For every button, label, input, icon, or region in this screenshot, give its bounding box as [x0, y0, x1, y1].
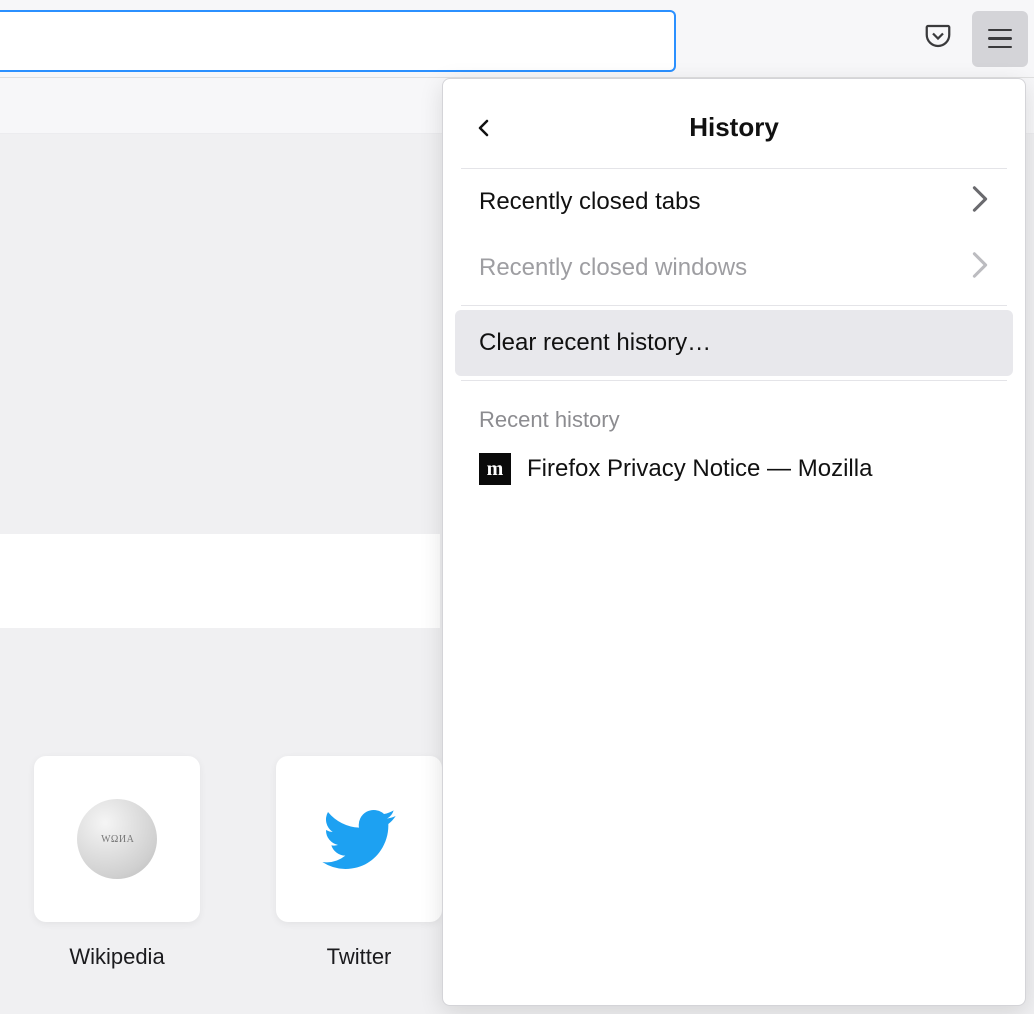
- pocket-icon: [923, 21, 953, 56]
- chevron-right-icon: [971, 185, 989, 220]
- menu-item-label: Clear recent history…: [479, 329, 711, 357]
- top-site-twitter[interactable]: Twitter: [276, 756, 442, 970]
- twitter-icon: [319, 799, 399, 879]
- top-site-tile: [276, 756, 442, 922]
- chevron-right-icon: [971, 251, 989, 286]
- browser-toolbar: [0, 0, 1034, 78]
- top-site-wikipedia[interactable]: W Ω И A Wikipedia: [34, 756, 200, 970]
- recently-closed-tabs[interactable]: Recently closed tabs: [461, 169, 1007, 235]
- history-entry-title: Firefox Privacy Notice — Mozilla: [527, 455, 872, 483]
- hamburger-icon: [988, 29, 1012, 49]
- menu-item-label: Recently closed tabs: [479, 188, 700, 216]
- history-entry[interactable]: m Firefox Privacy Notice — Mozilla: [443, 443, 1025, 495]
- wikipedia-icon: W Ω И A: [77, 799, 157, 879]
- menu-item-label: Recently closed windows: [479, 254, 747, 282]
- url-bar[interactable]: [0, 10, 676, 72]
- chevron-left-icon: [472, 116, 496, 140]
- separator: [461, 305, 1007, 306]
- menu-button[interactable]: [972, 11, 1028, 67]
- top-site-label: Wikipedia: [69, 944, 164, 970]
- panel-back-button[interactable]: [469, 113, 499, 143]
- content-section-bar: [0, 534, 440, 628]
- panel-header: History: [461, 87, 1007, 169]
- pocket-button[interactable]: [910, 11, 966, 67]
- recently-closed-windows: Recently closed windows: [461, 235, 1007, 301]
- mozilla-favicon: m: [479, 453, 511, 485]
- top-site-label: Twitter: [327, 944, 392, 970]
- history-panel: History Recently closed tabs Recently cl…: [442, 78, 1026, 1006]
- panel-title: History: [461, 112, 1007, 143]
- recent-history-label: Recent history: [443, 385, 1025, 443]
- top-site-tile: W Ω И A: [34, 756, 200, 922]
- top-sites-row: W Ω И A Wikipedia Twitter: [34, 756, 442, 970]
- clear-recent-history[interactable]: Clear recent history…: [455, 310, 1013, 376]
- separator: [461, 380, 1007, 381]
